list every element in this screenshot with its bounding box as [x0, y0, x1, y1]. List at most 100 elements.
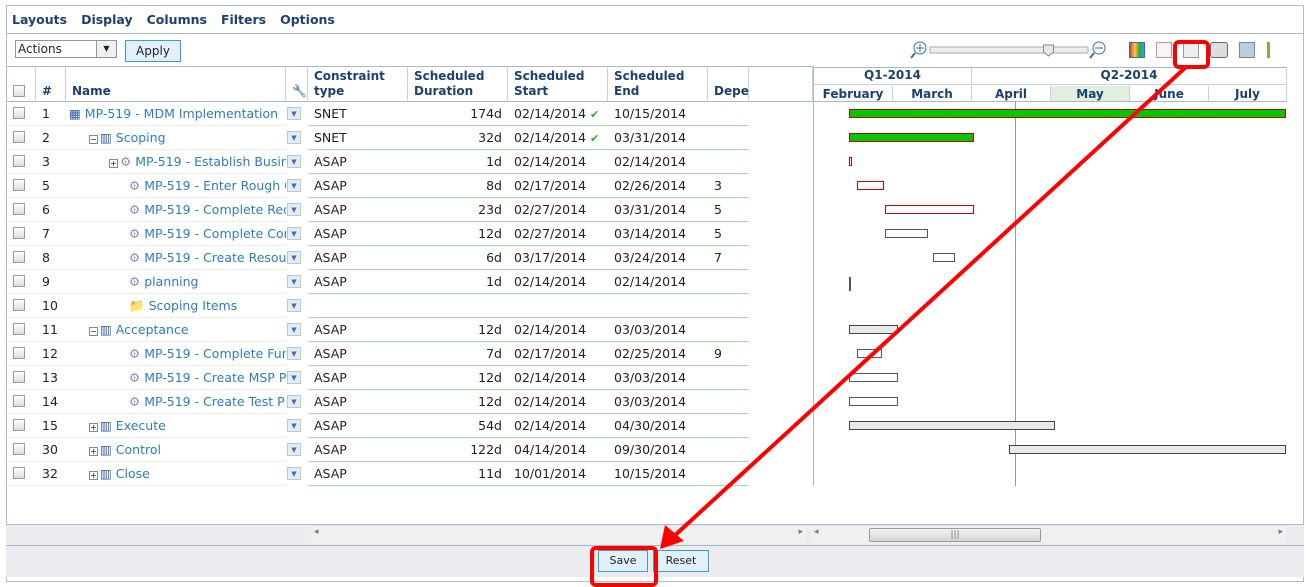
row-checkbox[interactable] — [13, 299, 25, 311]
gantt-horizontal-scrollbar[interactable]: ◂ ▸ ||| — [811, 527, 1286, 543]
header-start[interactable]: Scheduled Start — [508, 66, 608, 102]
row-menu-dropdown[interactable]: ▼ — [287, 251, 301, 264]
scroll-right-icon[interactable]: ▸ — [1278, 527, 1283, 537]
table-row[interactable]: 11 − ▥ Acceptance ▼ ASAP 12d 02/14/2014 0… — [7, 318, 807, 342]
row-checkbox[interactable] — [13, 419, 25, 431]
table-row[interactable]: 13 ⚙ MP-519 - Create MSP Plan (C ▼ ASAP … — [7, 366, 807, 390]
task-name-link[interactable]: Close — [116, 466, 150, 481]
gantt-tree-icon[interactable] — [1267, 42, 1281, 58]
wrench-icon[interactable]: 🔧 — [286, 66, 308, 102]
reset-button[interactable]: Reset — [653, 550, 709, 572]
table-row[interactable]: 2 − ▥ Scoping ▼ SNET 32d 02/14/2014 ✔ 03/… — [7, 126, 807, 150]
row-menu-dropdown[interactable]: ▼ — [287, 131, 301, 144]
table-row[interactable]: 32 + ▥ Close ▼ ASAP 11d 10/01/2014 10/15/… — [7, 462, 807, 486]
table-row[interactable]: 7 ⚙ MP-519 - Complete Commun ▼ ASAP 12d … — [7, 222, 807, 246]
task-name-link[interactable]: Acceptance — [116, 322, 189, 337]
row-menu-dropdown[interactable]: ▼ — [287, 347, 301, 360]
calendar-color-icon[interactable] — [1129, 42, 1145, 58]
row-checkbox[interactable] — [13, 107, 25, 119]
print-icon[interactable] — [1210, 42, 1228, 58]
table-row[interactable]: 5 ⚙ MP-519 - Enter Rough Order ▼ ASAP 8d… — [7, 174, 807, 198]
task-name-link[interactable]: planning — [144, 274, 198, 289]
select-all-checkbox[interactable] — [13, 85, 25, 97]
menu-columns[interactable]: Columns — [147, 12, 207, 27]
menu-filters[interactable]: Filters — [221, 12, 266, 27]
grid-horizontal-scrollbar[interactable]: ◂ ▸ — [311, 527, 806, 543]
actions-select[interactable]: Actions ▼ — [15, 40, 117, 58]
row-checkbox[interactable] — [13, 155, 25, 167]
collapse-icon[interactable]: − — [89, 135, 98, 144]
gantt-bar[interactable] — [933, 253, 955, 262]
gantt-bar[interactable] — [849, 157, 853, 166]
header-duration[interactable]: Scheduled Duration — [408, 66, 508, 102]
row-checkbox[interactable] — [13, 131, 25, 143]
table-row[interactable]: 12 ⚙ MP-519 - Complete Function ▼ ASAP 7… — [7, 342, 807, 366]
row-checkbox[interactable] — [13, 395, 25, 407]
panel-toggle-icon[interactable] — [1239, 42, 1255, 58]
calendar-schedule-icon[interactable] — [1183, 42, 1199, 58]
gantt-bar[interactable] — [884, 229, 928, 238]
task-name-link[interactable]: MP-519 - Complete Requirem — [144, 202, 286, 217]
row-menu-dropdown[interactable]: ▼ — [287, 395, 301, 408]
zoom-slider[interactable] — [929, 46, 1089, 54]
table-row[interactable]: 1 ▦ MP-519 - MDM Implementation ▼ SNET 1… — [7, 102, 807, 126]
gantt-bar[interactable] — [849, 373, 899, 382]
gantt-bar[interactable] — [849, 397, 899, 406]
gantt-bar[interactable] — [857, 181, 885, 190]
row-menu-dropdown[interactable]: ▼ — [287, 371, 301, 384]
gantt-bar[interactable] — [849, 325, 899, 334]
expand-icon[interactable]: + — [89, 423, 98, 432]
collapse-icon[interactable]: − — [89, 327, 98, 336]
gantt-bar[interactable] — [849, 133, 974, 142]
row-checkbox[interactable] — [13, 227, 25, 239]
row-menu-dropdown[interactable]: ▼ — [287, 155, 301, 168]
row-checkbox[interactable] — [13, 347, 25, 359]
gantt-bar[interactable] — [884, 205, 974, 214]
expand-icon[interactable]: + — [89, 447, 98, 456]
task-name-link[interactable]: Control — [116, 442, 161, 457]
table-row[interactable]: 8 ⚙ MP-519 - Create Resource Pl ▼ ASAP 6… — [7, 246, 807, 270]
row-menu-dropdown[interactable]: ▼ — [287, 227, 301, 240]
task-name-link[interactable]: MP-519 - Enter Rough Order — [144, 178, 286, 193]
header-end[interactable]: Scheduled End — [608, 66, 708, 102]
task-name-link[interactable]: MP-519 - MDM Implementation — [85, 106, 278, 121]
table-row[interactable]: 6 ⚙ MP-519 - Complete Requirem ▼ ASAP 23… — [7, 198, 807, 222]
task-name-link[interactable]: MP-519 - Complete Function — [144, 346, 286, 361]
row-checkbox[interactable] — [13, 179, 25, 191]
row-checkbox[interactable] — [13, 371, 25, 383]
row-menu-dropdown[interactable]: ▼ — [287, 419, 301, 432]
scroll-right-icon[interactable]: ▸ — [798, 527, 803, 537]
header-deps[interactable]: Depe — [708, 66, 749, 102]
task-name-link[interactable]: MP-519 - Create Test Plan — [144, 394, 286, 409]
gantt-bar[interactable] — [849, 421, 1056, 430]
header-constraint[interactable]: Constraint type — [308, 66, 408, 102]
table-row[interactable]: 10 📁 Scoping Items ▼ — [7, 294, 807, 318]
row-menu-dropdown[interactable]: ▼ — [287, 323, 301, 336]
header-num[interactable]: # — [36, 66, 66, 102]
calendar-grid-icon[interactable] — [1156, 42, 1172, 58]
scroll-left-icon[interactable]: ◂ — [314, 527, 319, 537]
task-name-link[interactable]: Scoping Items — [149, 298, 238, 313]
table-row[interactable]: 3 +⚙ MP-519 - Establish Business ▼ ASAP … — [7, 150, 807, 174]
gantt-bar[interactable] — [849, 109, 1286, 118]
row-checkbox[interactable] — [13, 275, 25, 287]
table-row[interactable]: 30 + ▥ Control ▼ ASAP 122d 04/14/2014 09/… — [7, 438, 807, 462]
zoom-out-icon[interactable] — [1089, 41, 1106, 59]
gantt-bar[interactable] — [1009, 445, 1286, 454]
expand-icon[interactable]: + — [89, 471, 98, 480]
task-name-link[interactable]: Execute — [116, 418, 166, 433]
row-menu-dropdown[interactable]: ▼ — [287, 467, 301, 480]
chevron-down-icon[interactable]: ▼ — [96, 41, 116, 57]
table-row[interactable]: 9 ⚙ planning ▼ ASAP 1d 02/14/2014 02/14/… — [7, 270, 807, 294]
header-name[interactable]: Name — [66, 66, 286, 102]
row-menu-dropdown[interactable]: ▼ — [287, 203, 301, 216]
zoom-in-icon[interactable] — [910, 41, 927, 59]
task-name-link[interactable]: Scoping — [116, 130, 166, 145]
menu-layouts[interactable]: Layouts — [12, 12, 67, 27]
table-row[interactable]: 14 ⚙ MP-519 - Create Test Plan ▼ ASAP 12… — [7, 390, 807, 414]
save-button[interactable]: Save — [598, 550, 648, 572]
row-menu-dropdown[interactable]: ▼ — [287, 107, 301, 120]
row-checkbox[interactable] — [13, 203, 25, 215]
row-checkbox[interactable] — [13, 323, 25, 335]
task-name-link[interactable]: MP-519 - Create MSP Plan (C — [144, 370, 286, 385]
